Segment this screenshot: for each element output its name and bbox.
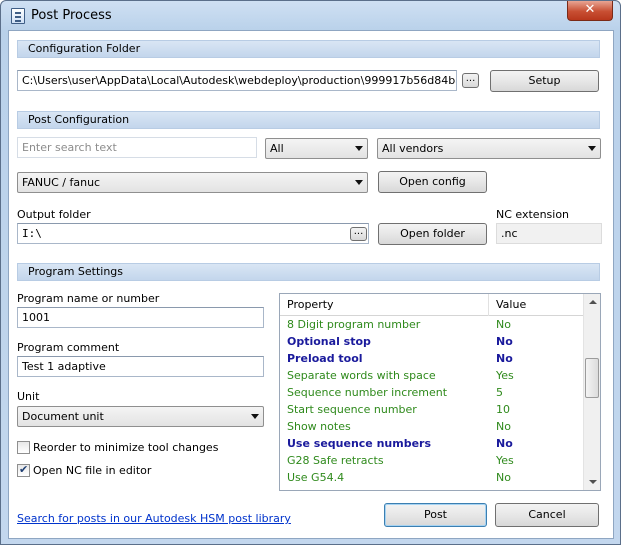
property-name: G28 Safe retracts [287,454,384,467]
property-name: Use G54.4 [287,471,345,484]
search-placeholder: Enter search text [22,141,117,154]
property-value[interactable]: No [496,437,513,450]
filter-select[interactable]: All [265,138,368,159]
window-title: Post Process [31,8,112,23]
open-folder-button[interactable]: Open folder [378,223,487,245]
output-browse-button[interactable]: ... [350,227,367,241]
dialog-body: Configuration Folder C:\Users\user\AppDa… [8,30,614,539]
property-row[interactable]: Start sequence number 10 [280,402,583,419]
output-folder-label: Output folder [17,208,91,221]
property-row[interactable]: Preload tool No [280,351,583,368]
property-row[interactable]: Use sequence numbers No [280,436,583,453]
vendor-select[interactable]: All vendors [377,138,601,159]
post-library-link[interactable]: Search for posts in our Autodesk HSM pos… [17,512,291,525]
column-divider[interactable] [488,294,489,316]
open-nc-checkbox[interactable] [17,463,30,477]
property-value[interactable]: 5 [496,386,503,399]
program-comment-input[interactable]: Test 1 adaptive [17,356,264,377]
property-value[interactable]: No [496,352,513,365]
property-value[interactable]: 10 [496,403,510,416]
cancel-button[interactable]: Cancel [495,503,599,527]
nc-extension-label: NC extension [496,208,570,221]
scroll-thumb[interactable] [585,358,599,398]
property-name: Start sequence number [287,403,417,416]
program-comment-label: Program comment [17,341,120,354]
filter-select-value: All [270,142,284,155]
post-button[interactable]: Post [384,503,487,527]
property-value[interactable]: Yes [496,454,514,467]
scroll-down-arrow-icon[interactable] [584,473,600,490]
property-row[interactable]: 8 Digit program number No [280,317,583,334]
close-button[interactable]: ✕ [567,1,613,21]
unit-select-value: Document unit [22,410,104,423]
chevron-down-icon [355,180,363,185]
post-select[interactable]: FANUC / fanuc [17,172,368,193]
scroll-up-arrow-icon[interactable] [584,294,600,311]
program-name-label: Program name or number [17,292,160,305]
post-process-window: Post Process ✕ Configuration Folder C:\U… [0,0,621,545]
post-select-value: FANUC / fanuc [22,176,101,189]
nc-extension-field: .nc [496,223,602,244]
property-name: Show notes [287,420,351,433]
chevron-down-icon [588,146,596,151]
configuration-folder-header: Configuration Folder [17,40,600,58]
property-row[interactable]: Show notes No [280,419,583,436]
value-column-header[interactable]: Value [496,298,526,311]
program-name-input[interactable]: 1001 [17,307,264,328]
unit-select[interactable]: Document unit [17,406,264,427]
property-grid-header: Property Value [280,294,583,316]
property-row[interactable]: Separate words with space Yes [280,368,583,385]
property-name: Optional stop [287,335,371,348]
property-value[interactable]: Yes [496,369,514,382]
config-browse-button[interactable]: ... [462,73,479,88]
chevron-down-icon [251,414,259,419]
app-icon [11,8,25,24]
reorder-label: Reorder to minimize tool changes [33,441,219,454]
property-column-header[interactable]: Property [287,298,334,311]
property-value[interactable]: No [496,318,511,331]
chevron-down-icon [355,146,363,151]
open-config-button[interactable]: Open config [378,171,487,193]
property-row[interactable]: Use G54.4 No [280,470,583,487]
config-folder-path[interactable]: C:\Users\user\AppData\Local\Autodesk\web… [17,70,457,91]
unit-label: Unit [17,390,40,403]
search-input[interactable]: Enter search text [17,137,257,158]
post-configuration-header: Post Configuration [17,111,600,129]
reorder-checkbox[interactable] [17,441,30,454]
open-nc-label: Open NC file in editor [33,464,152,477]
property-name: 8 Digit program number [287,318,421,331]
program-settings-header: Program Settings [17,263,600,281]
title-bar[interactable]: Post Process ✕ [1,1,620,31]
property-name: Sequence number increment [287,386,448,399]
property-value[interactable]: No [496,420,511,433]
property-name: Preload tool [287,352,363,365]
vendor-select-value: All vendors [382,142,444,155]
property-grid[interactable]: Property Value 8 Digit program number No O… [279,293,601,491]
property-value[interactable]: No [496,471,511,484]
output-folder-input[interactable]: I:\ [17,223,369,244]
property-value[interactable]: No [496,335,513,348]
property-name: Separate words with space [287,369,436,382]
property-row[interactable]: G28 Safe retracts Yes [280,453,583,470]
property-grid-scrollbar[interactable] [583,294,600,490]
property-row[interactable]: Optional stop No [280,334,583,351]
setup-button[interactable]: Setup [490,70,599,92]
property-name: Use sequence numbers [287,437,432,450]
property-row[interactable]: Sequence number increment 5 [280,385,583,402]
